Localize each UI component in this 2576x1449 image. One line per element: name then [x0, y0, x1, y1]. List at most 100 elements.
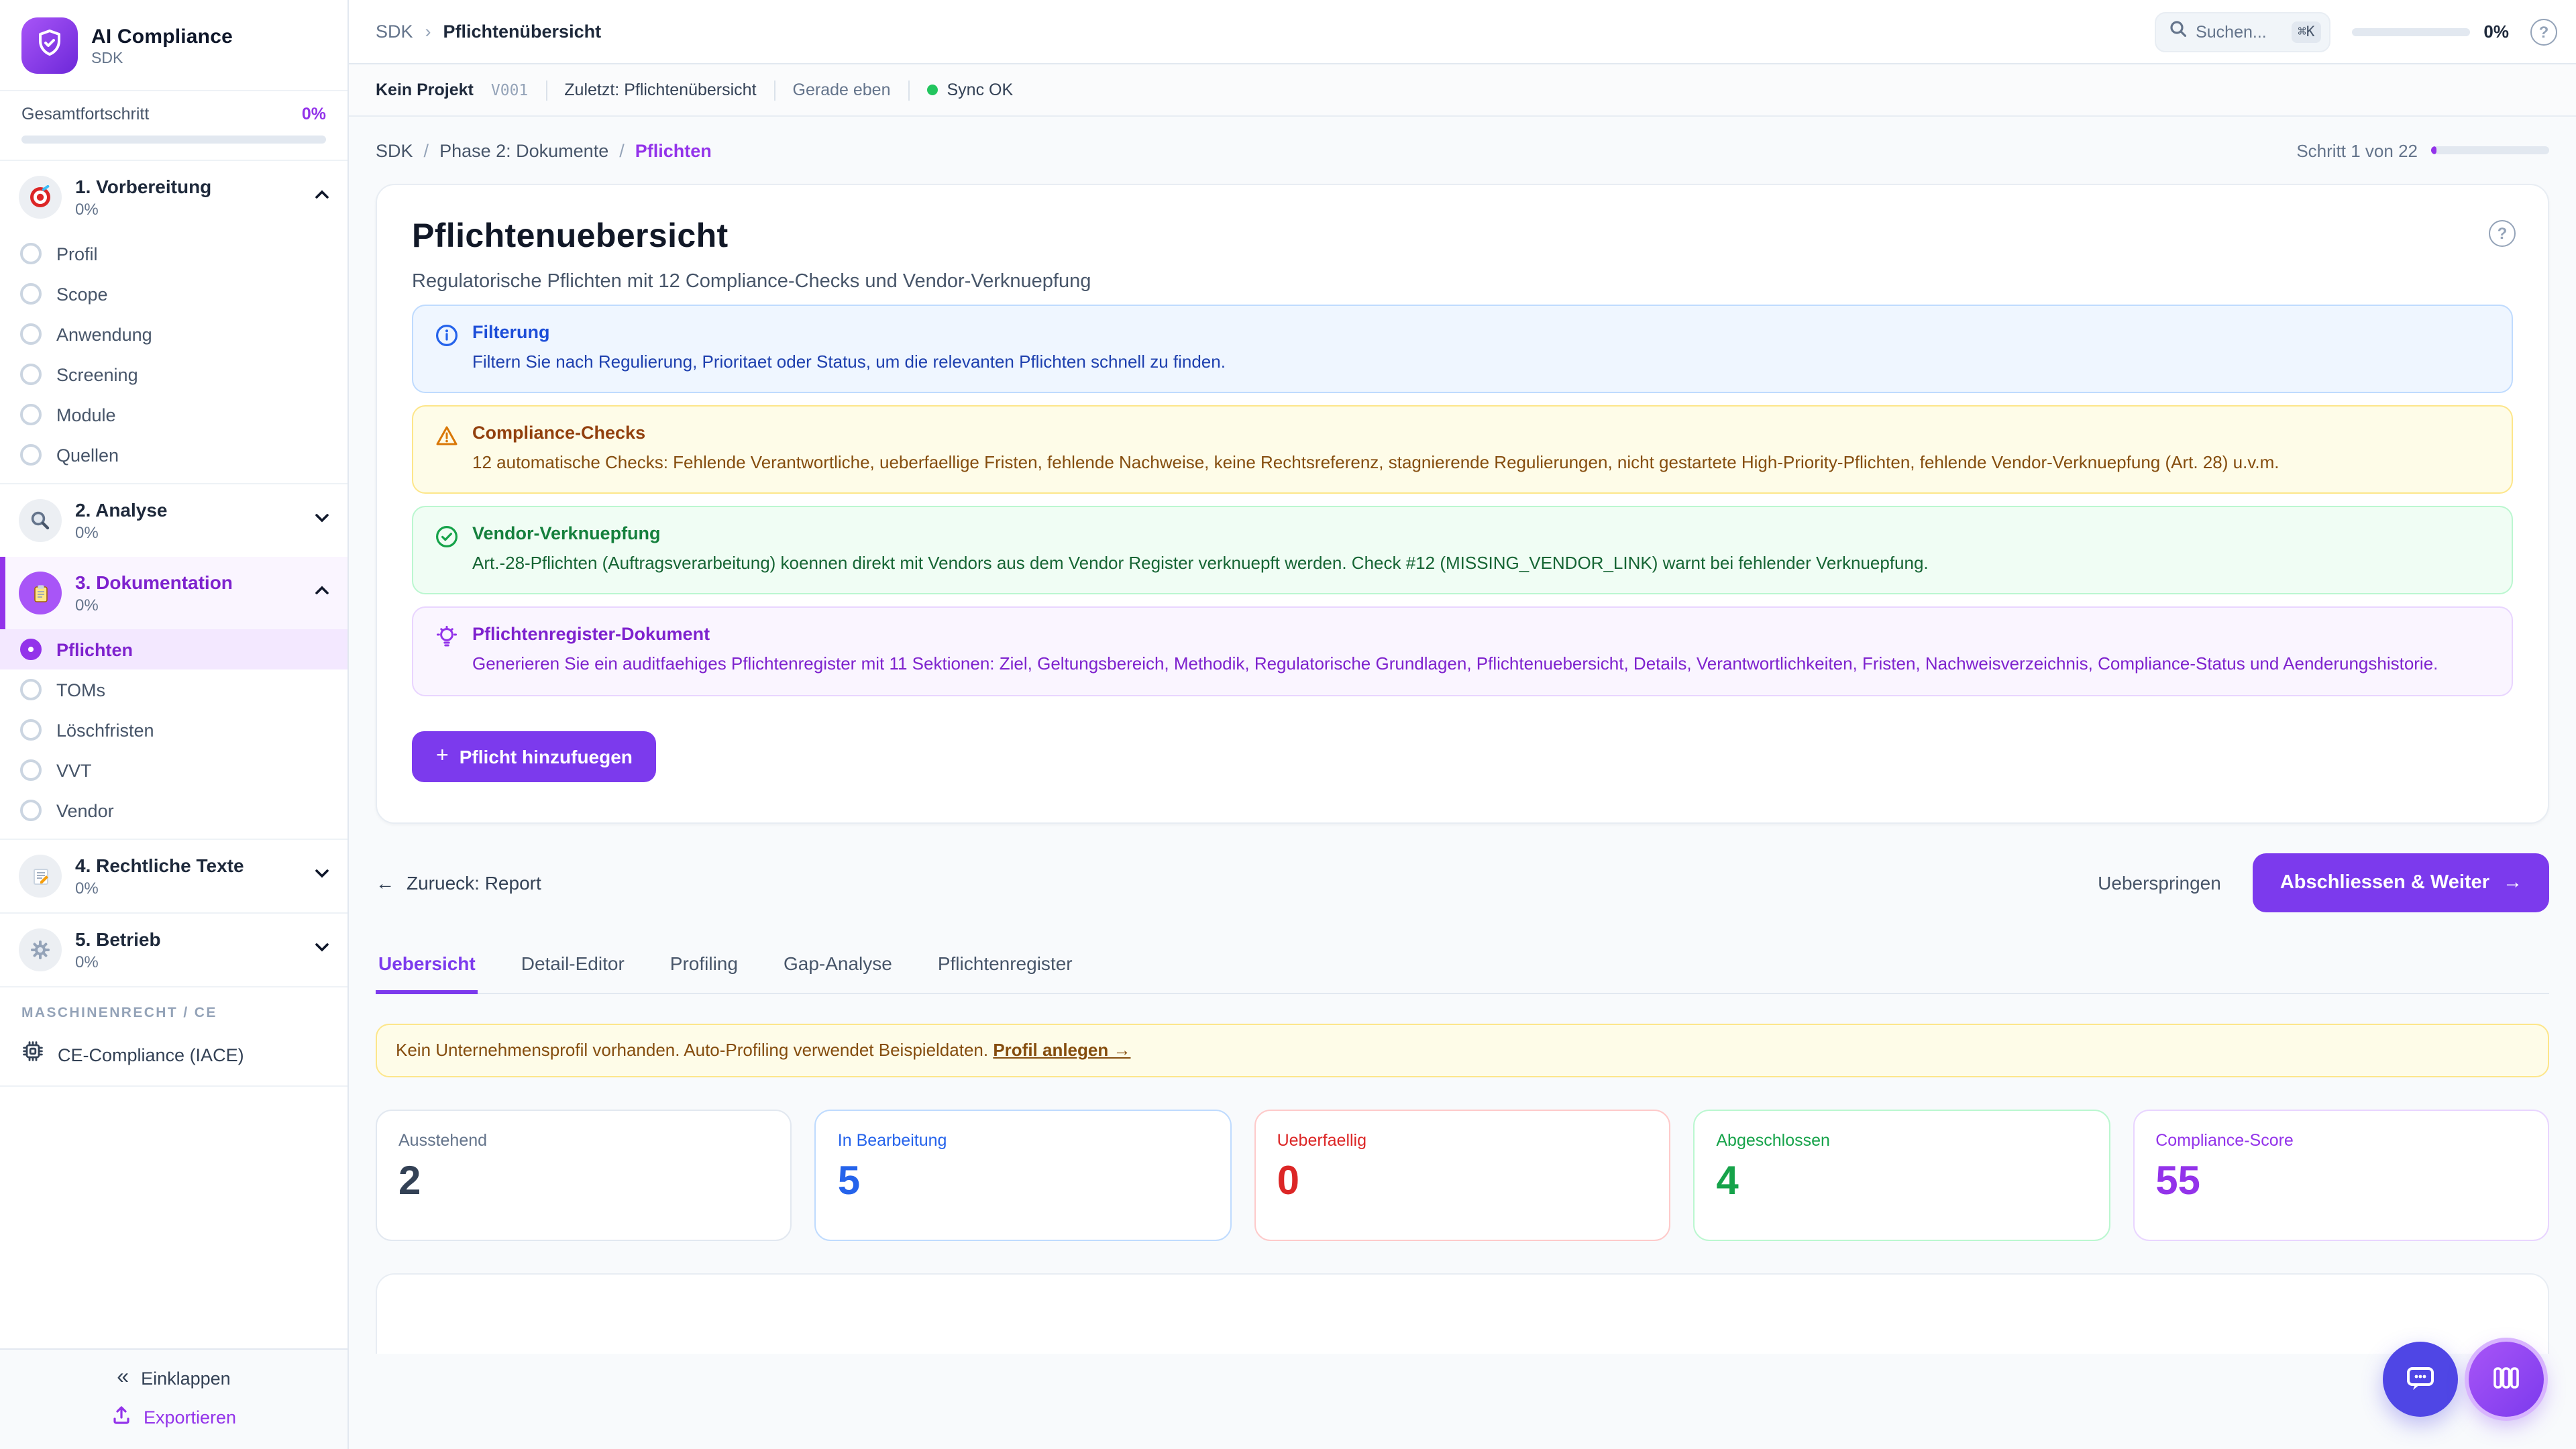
export-button[interactable]: Exportieren — [111, 1405, 236, 1429]
info-box-title: Filterung — [472, 322, 1226, 342]
kanban-fab-button[interactable] — [2469, 1342, 2544, 1417]
search-icon — [2169, 19, 2186, 44]
shield-check-icon — [34, 26, 66, 65]
page-navigation: SDK / Phase 2: Dokumente / Pflichten Sch… — [349, 117, 2576, 184]
divider — [908, 80, 910, 100]
app-window: AI Compliance SDK Gesamtfortschritt 0% 1… — [0, 0, 2576, 1449]
header-progress: 0% — [2352, 21, 2509, 42]
sidebar-item-vvt[interactable]: VVT — [0, 750, 347, 790]
page-breadcrumb-phase[interactable]: Phase 2: Dokumente — [439, 140, 608, 160]
page-breadcrumb: SDK / Phase 2: Dokumente / Pflichten — [376, 140, 712, 160]
sidebar-nav: 1. Vorbereitung 0% Profil Scope Anwendun… — [0, 161, 347, 1348]
complete-next-button[interactable]: Abschliessen & Weiter → — [2253, 853, 2549, 912]
chat-fab-button[interactable] — [2383, 1342, 2458, 1417]
section-percent: 0% — [75, 953, 299, 971]
back-button[interactable]: ← Zurueck: Report — [376, 871, 541, 893]
gear-icon — [19, 928, 62, 971]
sidebar-item-ce-compliance[interactable]: CE-Compliance (IACE) — [0, 1029, 347, 1087]
sidebar-item-screening[interactable]: Screening — [0, 354, 347, 394]
stat-label: Ausstehend — [398, 1130, 769, 1149]
app-header: AI Compliance SDK — [0, 0, 347, 91]
tab-uebersicht[interactable]: Uebersicht — [376, 947, 478, 994]
version-badge: V001 — [491, 80, 528, 99]
notice-text: Kein Unternehmensprofil vorhanden. Auto-… — [396, 1040, 993, 1060]
sidebar: AI Compliance SDK Gesamtfortschritt 0% 1… — [0, 0, 349, 1449]
sidebar-item-vendor[interactable]: Vendor — [0, 790, 347, 830]
radio-checked-icon — [20, 639, 42, 660]
next-panel-edge — [376, 1273, 2549, 1353]
tab-profiling[interactable]: Profiling — [667, 947, 741, 994]
collapse-sidebar-button[interactable]: « Einklappen — [117, 1367, 230, 1389]
page-breadcrumb-current: Pflichten — [635, 140, 712, 160]
search-box[interactable]: ⌘K — [2154, 11, 2330, 52]
sidebar-item-loeschfristen[interactable]: Löschfristen — [0, 710, 347, 750]
arrow-right-icon: → — [2503, 871, 2522, 893]
divider — [774, 80, 775, 100]
create-profile-link[interactable]: Profil anlegen → — [993, 1040, 1130, 1060]
radio-icon — [20, 759, 42, 781]
status-bar: Kein Projekt V001 Zuletzt: Pflichtenüber… — [349, 64, 2576, 117]
chat-bubble-icon — [2403, 1360, 2438, 1399]
sidebar-item-profil[interactable]: Profil — [0, 233, 347, 274]
app-logo — [21, 17, 78, 74]
project-name: Kein Projekt — [376, 80, 474, 99]
plus-icon: + — [436, 744, 449, 768]
skip-button[interactable]: Ueberspringen — [2098, 871, 2221, 893]
sync-ok-dot-icon — [927, 85, 938, 95]
sidebar-section-vorbereitung[interactable]: 1. Vorbereitung 0% — [0, 161, 347, 233]
divider — [545, 80, 547, 100]
breadcrumb-root[interactable]: SDK — [376, 21, 413, 42]
tab-gap-analyse[interactable]: Gap-Analyse — [781, 947, 895, 994]
radio-icon — [20, 679, 42, 700]
overall-progress-label: Gesamtfortschritt — [21, 105, 149, 123]
stat-card-abgeschlossen: Abgeschlossen 4 — [1693, 1109, 2110, 1240]
info-box-body: 12 automatische Checks: Fehlende Verantw… — [472, 449, 2279, 476]
stat-value: 55 — [2155, 1159, 2526, 1204]
sidebar-item-toms[interactable]: TOMs — [0, 669, 347, 710]
stat-label: In Bearbeitung — [838, 1130, 1209, 1149]
help-icon[interactable]: ? — [2530, 18, 2557, 45]
upload-icon — [111, 1405, 131, 1429]
sidebar-item-pflichten[interactable]: Pflichten — [0, 629, 347, 669]
chevron-down-icon — [313, 863, 331, 889]
stat-label: Ueberfaellig — [1277, 1130, 1648, 1149]
chevron-down-icon — [313, 937, 331, 963]
section-percent: 0% — [75, 200, 299, 219]
sidebar-section-dokumentation[interactable]: 3. Dokumentation 0% — [0, 557, 347, 629]
step-progress: Schritt 1 von 22 — [2296, 140, 2549, 160]
info-box-body: Generieren Sie ein auditfaehiges Pflicht… — [472, 651, 2438, 678]
tab-detail-editor[interactable]: Detail-Editor — [519, 947, 627, 994]
sidebar-section-betrieb[interactable]: 5. Betrieb 0% — [0, 912, 347, 986]
add-pflicht-button[interactable]: + Pflicht hinzufuegen — [412, 731, 657, 782]
info-box-body: Filtern Sie nach Regulierung, Prioritaet… — [472, 349, 1226, 376]
section-label: 5. Betrieb — [75, 928, 299, 950]
stats-row: Ausstehend 2 In Bearbeitung 5 Ueberfaell… — [376, 1109, 2549, 1240]
stat-value: 4 — [1716, 1159, 2087, 1204]
sidebar-item-scope[interactable]: Scope — [0, 274, 347, 314]
panel-help-icon[interactable]: ? — [2489, 220, 2516, 247]
radio-icon — [20, 719, 42, 741]
radio-icon — [20, 444, 42, 466]
arrow-left-icon: ← — [376, 871, 394, 893]
clipboard-icon — [19, 572, 62, 614]
sync-status: Sync OK — [927, 80, 1014, 99]
sidebar-section-rechtliche-texte[interactable]: 4. Rechtliche Texte 0% — [0, 839, 347, 912]
sidebar-section-analyse[interactable]: 2. Analyse 0% — [0, 483, 347, 557]
stat-card-ueberfaellig: Ueberfaellig 0 — [1254, 1109, 1671, 1240]
header-progress-bar — [2352, 28, 2470, 36]
page-breadcrumb-root[interactable]: SDK — [376, 140, 413, 160]
info-icon — [435, 323, 459, 376]
sidebar-item-quellen[interactable]: Quellen — [0, 435, 347, 475]
breadcrumb-current: Pflichtenübersicht — [443, 21, 602, 42]
stat-label: Abgeschlossen — [1716, 1130, 2087, 1149]
sidebar-item-module[interactable]: Module — [0, 394, 347, 435]
chip-icon — [21, 1040, 44, 1069]
radio-icon — [20, 243, 42, 264]
pflichten-panel: Pflichtenuebersicht Regulatorische Pflic… — [376, 184, 2549, 823]
sidebar-item-anwendung[interactable]: Anwendung — [0, 314, 347, 354]
stat-label: Compliance-Score — [2155, 1130, 2526, 1149]
tab-pflichtenregister[interactable]: Pflichtenregister — [935, 947, 1075, 994]
section-items: Pflichten TOMs Löschfristen VVT Vendor — [0, 629, 347, 839]
search-input[interactable] — [2196, 22, 2282, 41]
radio-icon — [20, 364, 42, 385]
